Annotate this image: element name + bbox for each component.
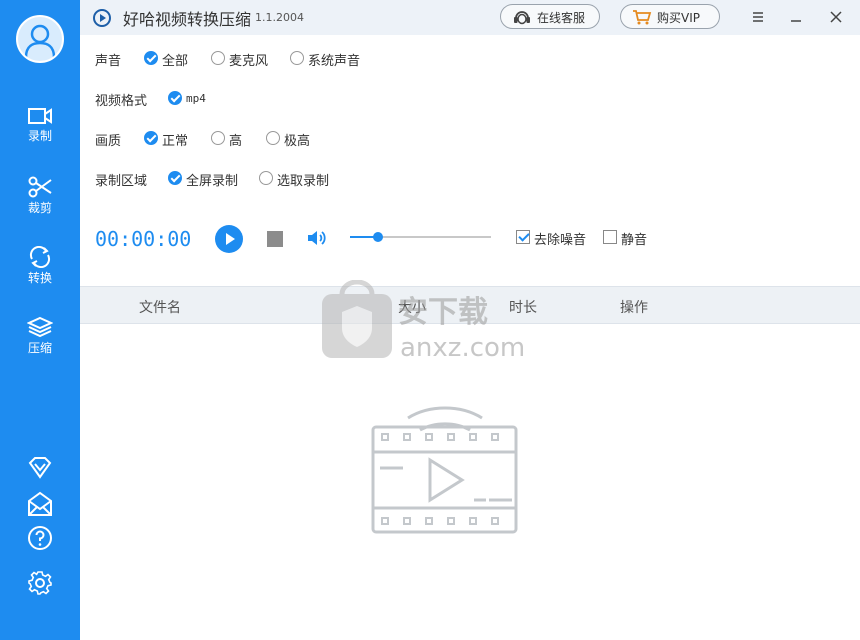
sidebar-item-label: 转换 xyxy=(27,271,52,285)
mail-icon[interactable] xyxy=(26,490,54,518)
convert-icon xyxy=(29,246,51,268)
sidebar-item-label: 压缩 xyxy=(27,341,52,355)
radio-checked-icon xyxy=(144,131,158,145)
record-icon xyxy=(28,108,52,124)
vip-diamond-icon[interactable] xyxy=(26,454,54,482)
scissors-icon xyxy=(28,176,52,198)
online-service-button[interactable]: 在线客服 xyxy=(500,4,600,29)
app-title: 好哈视频转换压缩 xyxy=(123,10,252,29)
audio-label: 声音 xyxy=(95,54,122,69)
checkbox-icon xyxy=(603,230,617,244)
radio-icon xyxy=(266,131,280,145)
checkbox-checked-icon xyxy=(516,230,530,244)
sidebar-item-record[interactable]: 录制 xyxy=(0,106,80,156)
menu-icon[interactable] xyxy=(748,7,768,27)
option-label: 全部 xyxy=(162,54,189,69)
column-header-filename[interactable]: 文件名 xyxy=(139,297,181,317)
column-header-actions[interactable]: 操作 xyxy=(620,297,648,317)
radio-checked-icon xyxy=(144,51,158,65)
sidebar-item-trim[interactable]: 裁剪 xyxy=(0,176,80,226)
option-label: 麦克风 xyxy=(229,54,269,69)
app-logo-icon xyxy=(93,9,111,27)
option-label: 高 xyxy=(229,134,243,149)
app-version: 1.1.2004 xyxy=(255,11,304,24)
radio-icon xyxy=(211,131,225,145)
watermark-text: 安下载 xyxy=(398,295,488,330)
radio-checked-icon xyxy=(168,91,182,105)
option-label: mp4 xyxy=(186,92,206,105)
user-icon xyxy=(24,24,56,58)
compress-icon xyxy=(27,316,53,338)
cart-icon xyxy=(633,10,652,25)
volume-slider-handle[interactable] xyxy=(373,232,384,242)
radio-checked-icon xyxy=(168,171,182,185)
mute-label: 静音 xyxy=(621,233,648,248)
format-label: 视频格式 xyxy=(95,94,148,109)
radio-icon xyxy=(211,51,225,65)
minimize-icon[interactable] xyxy=(786,7,806,27)
sidebar: 录制 裁剪 转换 压缩 xyxy=(0,0,80,640)
option-label: 极高 xyxy=(284,134,311,149)
sidebar-item-label: 裁剪 xyxy=(27,201,52,215)
watermark-shield-icon xyxy=(322,280,392,358)
title-bar: 好哈视频转换压缩 1.1.2004 在线客服 购买VIP xyxy=(80,0,860,35)
option-label: 全屏录制 xyxy=(186,174,239,189)
close-icon[interactable] xyxy=(826,7,846,27)
play-button[interactable] xyxy=(215,225,243,253)
user-avatar[interactable] xyxy=(16,15,64,63)
area-label: 录制区域 xyxy=(95,174,148,189)
watermark-url: anxz.com xyxy=(400,333,525,363)
buy-vip-label: 购买VIP xyxy=(657,11,700,25)
online-service-label: 在线客服 xyxy=(537,11,586,25)
customer-service-icon xyxy=(514,11,530,25)
option-label: 正常 xyxy=(162,134,189,149)
quality-label: 画质 xyxy=(95,134,122,149)
option-label: 系统声音 xyxy=(308,54,361,69)
record-timer: 00:00:00 xyxy=(95,227,192,251)
volume-slider[interactable] xyxy=(350,232,491,242)
sidebar-item-convert[interactable]: 转换 xyxy=(0,246,80,296)
sidebar-item-compress[interactable]: 压缩 xyxy=(0,316,80,366)
radio-icon xyxy=(290,51,304,65)
sidebar-item-label: 录制 xyxy=(27,129,52,143)
empty-video-icon xyxy=(371,406,518,534)
option-label: 选取录制 xyxy=(277,174,330,189)
watermark: 安下载 anxz.com xyxy=(322,280,525,363)
radio-icon xyxy=(259,171,273,185)
denoise-label: 去除噪音 xyxy=(534,233,587,248)
stop-button[interactable] xyxy=(267,231,283,247)
help-icon[interactable] xyxy=(26,524,54,552)
settings-icon[interactable] xyxy=(26,569,54,597)
volume-icon[interactable] xyxy=(306,228,328,248)
buy-vip-button[interactable]: 购买VIP xyxy=(620,4,720,29)
